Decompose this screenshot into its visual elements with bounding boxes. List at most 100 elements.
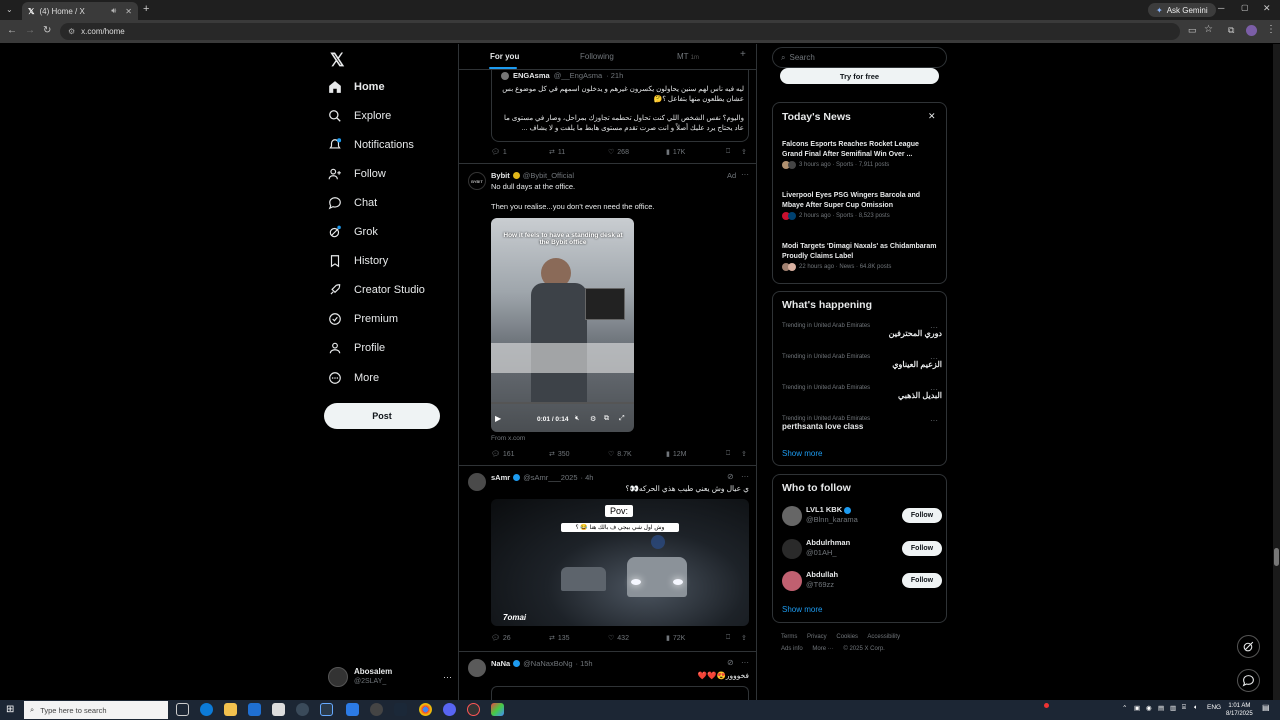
repost-button[interactable]: ⇄ 135	[549, 634, 570, 643]
video-player[interactable]: How it feels to have a standing desk at …	[491, 218, 634, 432]
nav-more[interactable]: More	[328, 366, 379, 390]
messages-fab-button[interactable]	[1237, 669, 1260, 692]
trend-item[interactable]: Trending in United Arab Emirates دوري ال…	[782, 323, 942, 338]
nav-follow[interactable]: Follow	[328, 162, 386, 186]
news-item[interactable]: Falcons Esports Reaches Rocket League Gr…	[782, 140, 937, 169]
browser-menu-icon[interactable]: ⋮	[1266, 24, 1276, 35]
follow-button[interactable]: Follow	[902, 508, 942, 523]
footer-link[interactable]: Privacy	[807, 634, 827, 640]
trend-item[interactable]: Trending in United Arab Emirates الزعيم …	[782, 354, 942, 369]
video-progress-track[interactable]	[491, 402, 634, 404]
page-scrollbar[interactable]	[1273, 44, 1280, 700]
show-more-link[interactable]: Show more	[782, 605, 822, 614]
news-item[interactable]: Modi Targets 'Dimagi Naxals' as Chidamba…	[782, 242, 937, 271]
obs-icon[interactable]	[467, 703, 480, 716]
tab-following[interactable]: Following	[580, 52, 614, 61]
trend-item[interactable]: Trending in United Arab Emirates perthsa…	[782, 416, 942, 431]
store-icon[interactable]	[272, 703, 285, 716]
forward-icon[interactable]: →	[25, 25, 35, 36]
clock[interactable]: 1:01 AM 8/17/2025	[1226, 702, 1253, 718]
network-icon[interactable]: ⌸	[1182, 704, 1186, 712]
terminal-icon[interactable]	[320, 703, 333, 716]
views-button[interactable]: ▮ 12M	[666, 450, 686, 459]
nav-history[interactable]: History	[328, 249, 388, 273]
grok-icon[interactable]: ⊘	[727, 472, 734, 481]
file-explorer-icon[interactable]	[224, 703, 237, 716]
avatar[interactable]	[468, 473, 486, 491]
tab-mt[interactable]: MT 1m	[677, 52, 699, 61]
maximize-icon[interactable]: ▢	[1241, 3, 1249, 12]
tray-icon[interactable]: ◉	[1146, 704, 1152, 712]
close-tab-icon[interactable]: ✕	[125, 7, 132, 16]
edge-icon[interactable]	[200, 703, 213, 716]
ask-gemini-button[interactable]: ✦ Ask Gemini	[1148, 3, 1216, 17]
share-button[interactable]: ⇪	[741, 450, 747, 458]
tray-icon[interactable]: ▤	[1158, 704, 1164, 712]
mail-icon[interactable]	[248, 703, 261, 716]
chrome-icon[interactable]	[419, 703, 432, 716]
follow-button[interactable]: Follow	[902, 573, 942, 588]
reply-button[interactable]: 💬︎ 161	[491, 450, 515, 459]
show-more-link[interactable]: Show more	[782, 449, 822, 458]
settings-gear-icon[interactable]	[370, 703, 383, 716]
site-info-icon[interactable]: ⚙	[68, 27, 75, 36]
cast-icon[interactable]: ▭	[1188, 25, 1197, 36]
follow-suggestion[interactable]: Abdullah @T69zz Follow	[782, 568, 942, 594]
new-tab-button[interactable]: +	[143, 3, 149, 15]
settings-icon[interactable]: ⚙	[590, 415, 596, 423]
try-for-free-button[interactable]: Try for free	[780, 68, 939, 84]
footer-link[interactable]: More ···	[812, 646, 833, 652]
bookmark-star-icon[interactable]: ☆	[1204, 24, 1213, 35]
views-button[interactable]: ▮ 72K	[666, 634, 685, 643]
nav-chat[interactable]: Chat	[328, 191, 377, 215]
views-button[interactable]: ▮ 17K	[666, 148, 685, 157]
post-button[interactable]: Post	[324, 403, 440, 429]
footer-link[interactable]: Ads info	[781, 646, 803, 652]
footer-link[interactable]: Cookies	[836, 634, 858, 640]
tray-icon[interactable]: ▣	[1134, 704, 1140, 712]
search-input[interactable]: ⌕ Search	[772, 47, 947, 68]
extensions-icon[interactable]: ⧉	[1228, 25, 1234, 36]
nav-premium[interactable]: Premium	[328, 307, 398, 331]
windows-start-icon[interactable]: ⊞	[6, 704, 14, 715]
tweet-bybit[interactable]: BYB!T Bybit @Bybit_Official Ad ··· No du…	[459, 164, 756, 466]
back-icon[interactable]: ←	[7, 25, 17, 36]
repost-button[interactable]: ⇄ 350	[549, 450, 570, 459]
share-button[interactable]: ⇪	[741, 148, 747, 156]
nav-explore[interactable]: Explore	[328, 104, 391, 128]
nav-profile[interactable]: Profile	[328, 336, 385, 360]
pip-icon[interactable]: ⧉	[604, 415, 609, 423]
taskbar-search-input[interactable]: ⌕ Type here to search	[24, 701, 168, 719]
quoted-tweet[interactable]: ENGAsma @__EngAsma · 21h ليه فيه ناس لهم…	[491, 64, 749, 142]
avatar[interactable]	[468, 659, 486, 677]
trend-more-icon[interactable]: ···	[930, 416, 938, 425]
follow-suggestion[interactable]: LVL1 KBK @Blnn_karama Follow	[782, 503, 942, 529]
news-item[interactable]: Liverpool Eyes PSG Wingers Barcola and M…	[782, 191, 937, 220]
minimize-icon[interactable]: ─	[1218, 3, 1224, 13]
steam-icon[interactable]	[394, 703, 407, 716]
tweet-more-icon[interactable]: ···	[741, 658, 749, 667]
tweet-samr[interactable]: sAmr @sAmr___2025 · 4h ⊘ ··· ي عيال وش ي…	[459, 466, 756, 652]
share-button[interactable]: ⇪	[741, 634, 747, 642]
like-button[interactable]: ♡ 432	[608, 634, 629, 643]
video-player[interactable]: Pov: وش اول شي بيجي ف بالك هنا 😂 ؟ 7omai	[491, 499, 749, 626]
repost-button[interactable]: ⇄ 11	[549, 148, 565, 157]
reply-button[interactable]: 💬︎ 1	[491, 148, 507, 157]
tab-search-icon[interactable]: ⌄	[6, 5, 13, 14]
app-icon[interactable]	[491, 703, 504, 716]
tweet-author-name[interactable]: Bybit	[491, 171, 510, 180]
bookmark-button[interactable]: ⎕	[726, 148, 730, 156]
notification-center-icon[interactable]: ▤	[1262, 703, 1270, 712]
fullscreen-icon[interactable]: ⤢	[619, 415, 625, 423]
footer-link[interactable]: Accessibility	[867, 634, 900, 640]
app-icon[interactable]	[296, 703, 309, 716]
play-icon[interactable]: ▶	[495, 414, 501, 423]
task-view-icon[interactable]	[176, 703, 189, 716]
bookmark-button[interactable]: ⎕	[726, 634, 730, 642]
tweet-more-icon[interactable]: ···	[741, 472, 749, 481]
close-window-icon[interactable]: ✕	[1263, 3, 1271, 14]
account-switcher[interactable]: Abosalem @2SLAY_ ···	[328, 662, 452, 692]
ad-source-link[interactable]: From x.com	[491, 435, 525, 442]
nav-grok[interactable]: Grok	[328, 220, 378, 244]
close-icon[interactable]: ✕	[928, 111, 936, 122]
